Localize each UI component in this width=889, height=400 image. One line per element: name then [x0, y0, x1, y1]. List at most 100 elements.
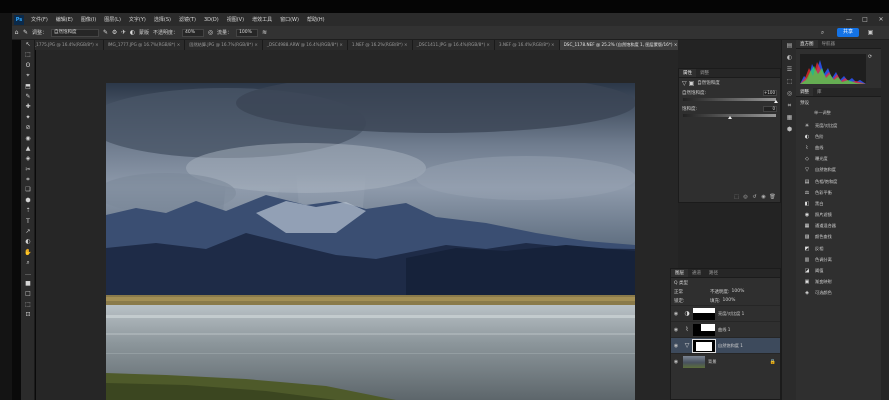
workspace-icon[interactable]: ▣: [866, 28, 875, 37]
tab-histogram[interactable]: 直方图: [796, 40, 818, 48]
tool-icon[interactable]: ◈: [21, 154, 35, 164]
tool-icon[interactable]: ⊡: [21, 310, 35, 320]
tool-icon[interactable]: ⇡: [21, 206, 35, 216]
eye-icon[interactable]: ◉: [671, 359, 681, 365]
share-button[interactable]: 共享: [837, 28, 859, 37]
layer-row-selected[interactable]: ◉ ▽ 自然饱和度 1: [671, 337, 780, 353]
adjustment-item[interactable]: ◧ 黑白: [796, 198, 881, 209]
view-previous-icon[interactable]: ◎: [741, 194, 750, 200]
tool-icon[interactable]: ■: [21, 279, 35, 289]
maximize-button[interactable]: □: [857, 13, 873, 26]
tool-icon[interactable]: ↗: [21, 227, 35, 237]
tab-layers[interactable]: 图层: [671, 269, 688, 277]
menu-window[interactable]: 窗口(W): [276, 16, 303, 23]
eye-icon[interactable]: ◉: [671, 311, 681, 317]
tool-icon[interactable]: T: [21, 217, 35, 227]
doc-tab[interactable]: _DSC4988.ARW @ 16.4%(RGB/8*) ×: [262, 40, 348, 50]
tool-icon[interactable]: ⊘: [21, 123, 35, 133]
tool-icon[interactable]: ⬢: [21, 196, 35, 206]
trash-icon[interactable]: 🗑: [768, 194, 777, 200]
panel-toggle-icon[interactable]: ◐: [782, 52, 797, 64]
fill-value[interactable]: 100%: [723, 298, 736, 303]
menu-layer[interactable]: 图层(L): [100, 16, 125, 23]
tool-icon[interactable]: ✦: [21, 113, 35, 123]
tool-icon[interactable]: ✎: [21, 92, 35, 102]
opacity-field[interactable]: 40%: [182, 28, 205, 37]
vibrance-slider-thumb[interactable]: [774, 100, 778, 103]
layer-mask-thumbnail[interactable]: [693, 307, 715, 320]
brush-settings-icon[interactable]: ⚙: [110, 28, 119, 37]
doc-tab[interactable]: IMG_1777.JPG @ 16.7%(RGB/8*) ×: [103, 40, 186, 50]
panel-toggle-icon[interactable]: ⌗: [782, 100, 797, 112]
menu-edit[interactable]: 编辑(E): [52, 16, 77, 23]
layer-row[interactable]: ◉ ◑ 亮度/对比度 1: [671, 305, 780, 321]
layer-mask-icon[interactable]: ▣: [689, 80, 695, 87]
eye-icon[interactable]: ◉: [671, 343, 681, 349]
tool-icon[interactable]: ⬚: [21, 300, 35, 310]
menu-3d[interactable]: 3D(D): [200, 17, 223, 23]
tab-navigator[interactable]: 导航器: [818, 40, 840, 48]
tool-icon[interactable]: ✂: [21, 165, 35, 175]
tab-adjustments[interactable]: 调整: [696, 69, 713, 77]
doc-tab[interactable]: 3.NEF @ 16.4%(RGB/8*) ×: [494, 40, 560, 50]
mask-icon[interactable]: ◐: [128, 28, 137, 37]
tool-icon[interactable]: ⬒: [21, 82, 35, 92]
tool-icon[interactable]: ⌕: [21, 258, 35, 268]
adjustment-item[interactable]: ◩ 反相: [796, 243, 881, 254]
tool-icon[interactable]: ◐: [21, 237, 35, 247]
tool-icon[interactable]: ▲: [21, 144, 35, 154]
doc-tab-active[interactable]: DSC_1178.NEF @ 25.2% (自然饱和度 1, 图层蒙版/16*)…: [559, 40, 678, 50]
tool-icon[interactable]: □: [21, 289, 35, 299]
tool-icon[interactable]: ⌖: [21, 71, 35, 81]
panel-toggle-icon[interactable]: ☰: [782, 64, 797, 76]
close-button[interactable]: ✕: [873, 13, 889, 26]
airbrush-icon[interactable]: ✈: [119, 28, 128, 37]
tool-icon[interactable]: …: [21, 269, 35, 279]
adjustment-item[interactable]: ⚖ 色彩平衡: [796, 187, 881, 198]
layer-name[interactable]: 曲线 1: [718, 327, 730, 333]
tab-properties[interactable]: 属性: [679, 69, 696, 77]
tool-icon[interactable]: ◉: [21, 134, 35, 144]
minimize-button[interactable]: —: [841, 13, 857, 26]
menu-plugins[interactable]: 增效工具: [248, 16, 276, 23]
document-canvas-image[interactable]: [106, 83, 635, 400]
layer-opacity-value[interactable]: 100%: [732, 289, 745, 294]
menu-image[interactable]: 图像(I): [77, 16, 100, 23]
menu-select[interactable]: 选择(S): [150, 16, 175, 23]
panel-toggle-icon[interactable]: ⬢: [782, 124, 797, 136]
histogram-warning-icon[interactable]: ⟳: [868, 54, 872, 60]
tool-icon[interactable]: ✋: [21, 248, 35, 258]
adjustment-item[interactable]: ◪ 阈值: [796, 265, 881, 276]
saturation-slider-thumb[interactable]: [727, 116, 732, 119]
panel-toggle-icon[interactable]: ◎: [782, 88, 797, 100]
layer-row[interactable]: ◉ ⌇ 曲线 1: [671, 321, 780, 337]
clip-to-layer-icon[interactable]: ⬚: [732, 194, 741, 200]
adjustment-item[interactable]: ◈ 可选颜色: [796, 288, 881, 299]
panel-toggle-icon[interactable]: ⬚: [782, 76, 797, 88]
tool-icon[interactable]: ❏: [21, 185, 35, 195]
scrollbar[interactable]: [881, 40, 889, 400]
panel-toggle-icon[interactable]: ▤: [782, 40, 797, 52]
tool-icon[interactable]: ⬚: [21, 50, 35, 60]
pressure-opacity-icon[interactable]: ◎: [206, 28, 215, 37]
tab-adjust[interactable]: 调整: [796, 88, 813, 96]
menu-view[interactable]: 视图(V): [223, 16, 248, 23]
adjustment-item[interactable]: ◐ 色阶: [796, 131, 881, 142]
tab-channels[interactable]: 通道: [688, 269, 705, 277]
layer-mask-thumbnail[interactable]: [693, 323, 715, 336]
layer-row[interactable]: ◉ 背景 🔒: [671, 353, 780, 369]
search-icon[interactable]: ⌕: [818, 28, 827, 37]
adjustment-item[interactable]: ▽ 自然饱和度: [796, 165, 881, 176]
adjustment-item[interactable]: ▤ 色相/饱和度: [796, 176, 881, 187]
vibrance-value[interactable]: +100: [763, 90, 777, 96]
saturation-slider[interactable]: [683, 114, 776, 119]
doc-tab[interactable]: 固然结算.JPG @ 16.7%(RGB/8*) ×: [185, 40, 263, 50]
tool-icon[interactable]: ✚: [21, 102, 35, 112]
tool-icon[interactable]: ⌗: [21, 175, 35, 185]
adjustment-item[interactable]: ☀ 亮度/对比度: [796, 120, 881, 131]
background-thumbnail[interactable]: [683, 355, 705, 368]
adjustment-item[interactable]: ▦ 通道混合器: [796, 221, 881, 232]
eye-icon[interactable]: ◉: [671, 327, 681, 333]
blend-mode-dropdown[interactable]: 正常: [674, 289, 710, 295]
tab-libraries[interactable]: 库: [813, 88, 826, 96]
